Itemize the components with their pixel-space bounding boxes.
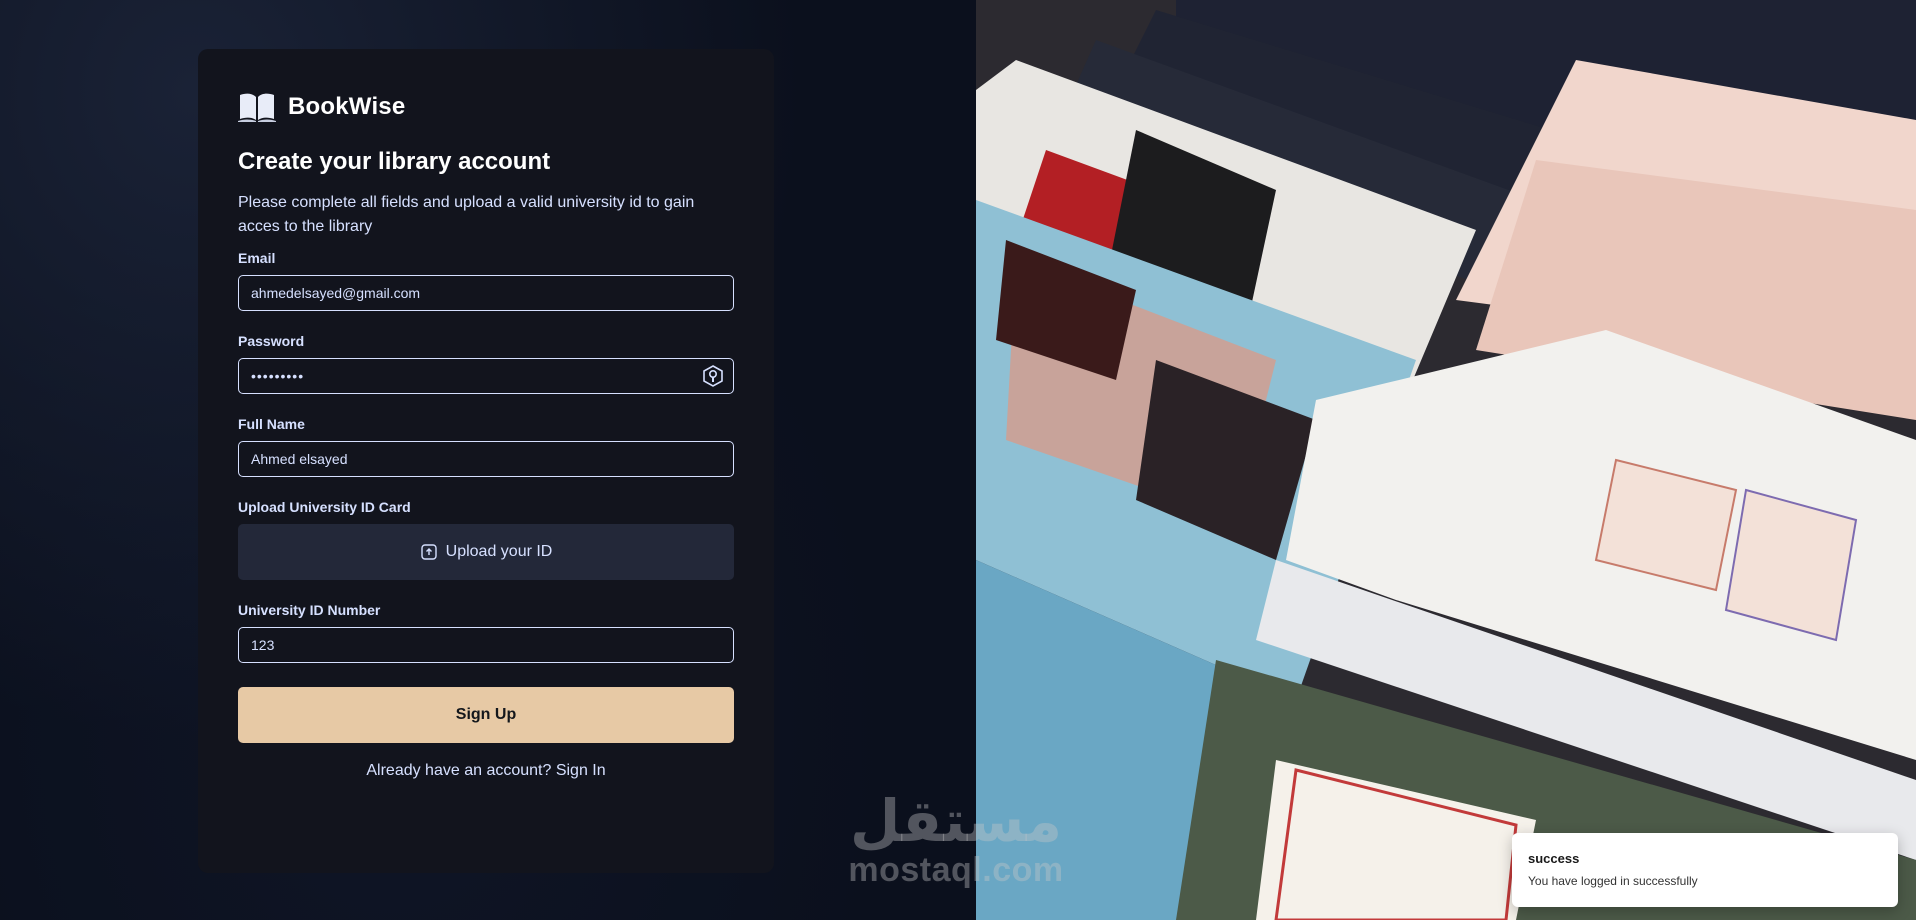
success-toast[interactable]: success You have logged in successfully [1512,833,1898,907]
password-label: Password [238,333,305,349]
brand-name: BookWise [288,93,406,120]
password-value: ••••••••• [251,368,305,384]
page-subtitle: Please complete all fields and upload a … [238,194,695,235]
email-value: ahmedelsayed@gmail.com [251,285,421,301]
page-title: Create your library account [238,148,551,175]
full-name-value: Ahmed elsayed [251,451,348,467]
signup-card: BookWise Create your library account Ple… [198,49,774,873]
open-book-icon [238,93,276,122]
email-field-group: Email ahmedelsayed@gmail.com [238,250,734,311]
sign-in-link[interactable]: Sign In [556,762,606,779]
full-name-field[interactable]: Ahmed elsayed [238,441,734,477]
upload-icon [420,544,437,560]
brand: BookWise [238,89,734,125]
university-id-field-group: University ID Number 123 [238,602,734,663]
upload-field-group: Upload University ID Card Upload your ID [238,499,734,580]
books-illustration [976,0,1916,920]
upload-id-button[interactable]: Upload your ID [238,524,734,580]
email-field[interactable]: ahmedelsayed@gmail.com [238,275,734,311]
university-id-label: University ID Number [238,602,381,618]
eye-icon[interactable] [702,365,724,387]
watermark-latin: mostaql.com [848,851,1064,889]
sign-in-question: Already have an account? [366,762,552,779]
full-name-field-group: Full Name Ahmed elsayed [238,416,734,477]
password-field-group: Password ••••••••• [238,333,734,394]
password-field[interactable]: ••••••••• [238,358,734,394]
watermark-arabic: مستقل [849,787,1063,855]
university-id-value: 123 [251,637,275,653]
toast-title: success [1528,851,1580,866]
upload-label: Upload University ID Card [238,499,411,515]
email-label: Email [238,250,276,266]
sign-in-prompt: Already have an account? Sign In [238,762,734,780]
sign-up-button[interactable]: Sign Up [238,687,734,743]
full-name-label: Full Name [238,416,305,432]
watermark: مستقل mostaql.com [836,790,1076,900]
upload-id-label: Upload your ID [445,543,553,560]
university-id-field[interactable]: 123 [238,627,734,663]
hero-illustration [976,0,1916,920]
toast-description: You have logged in successfully [1528,874,1698,888]
